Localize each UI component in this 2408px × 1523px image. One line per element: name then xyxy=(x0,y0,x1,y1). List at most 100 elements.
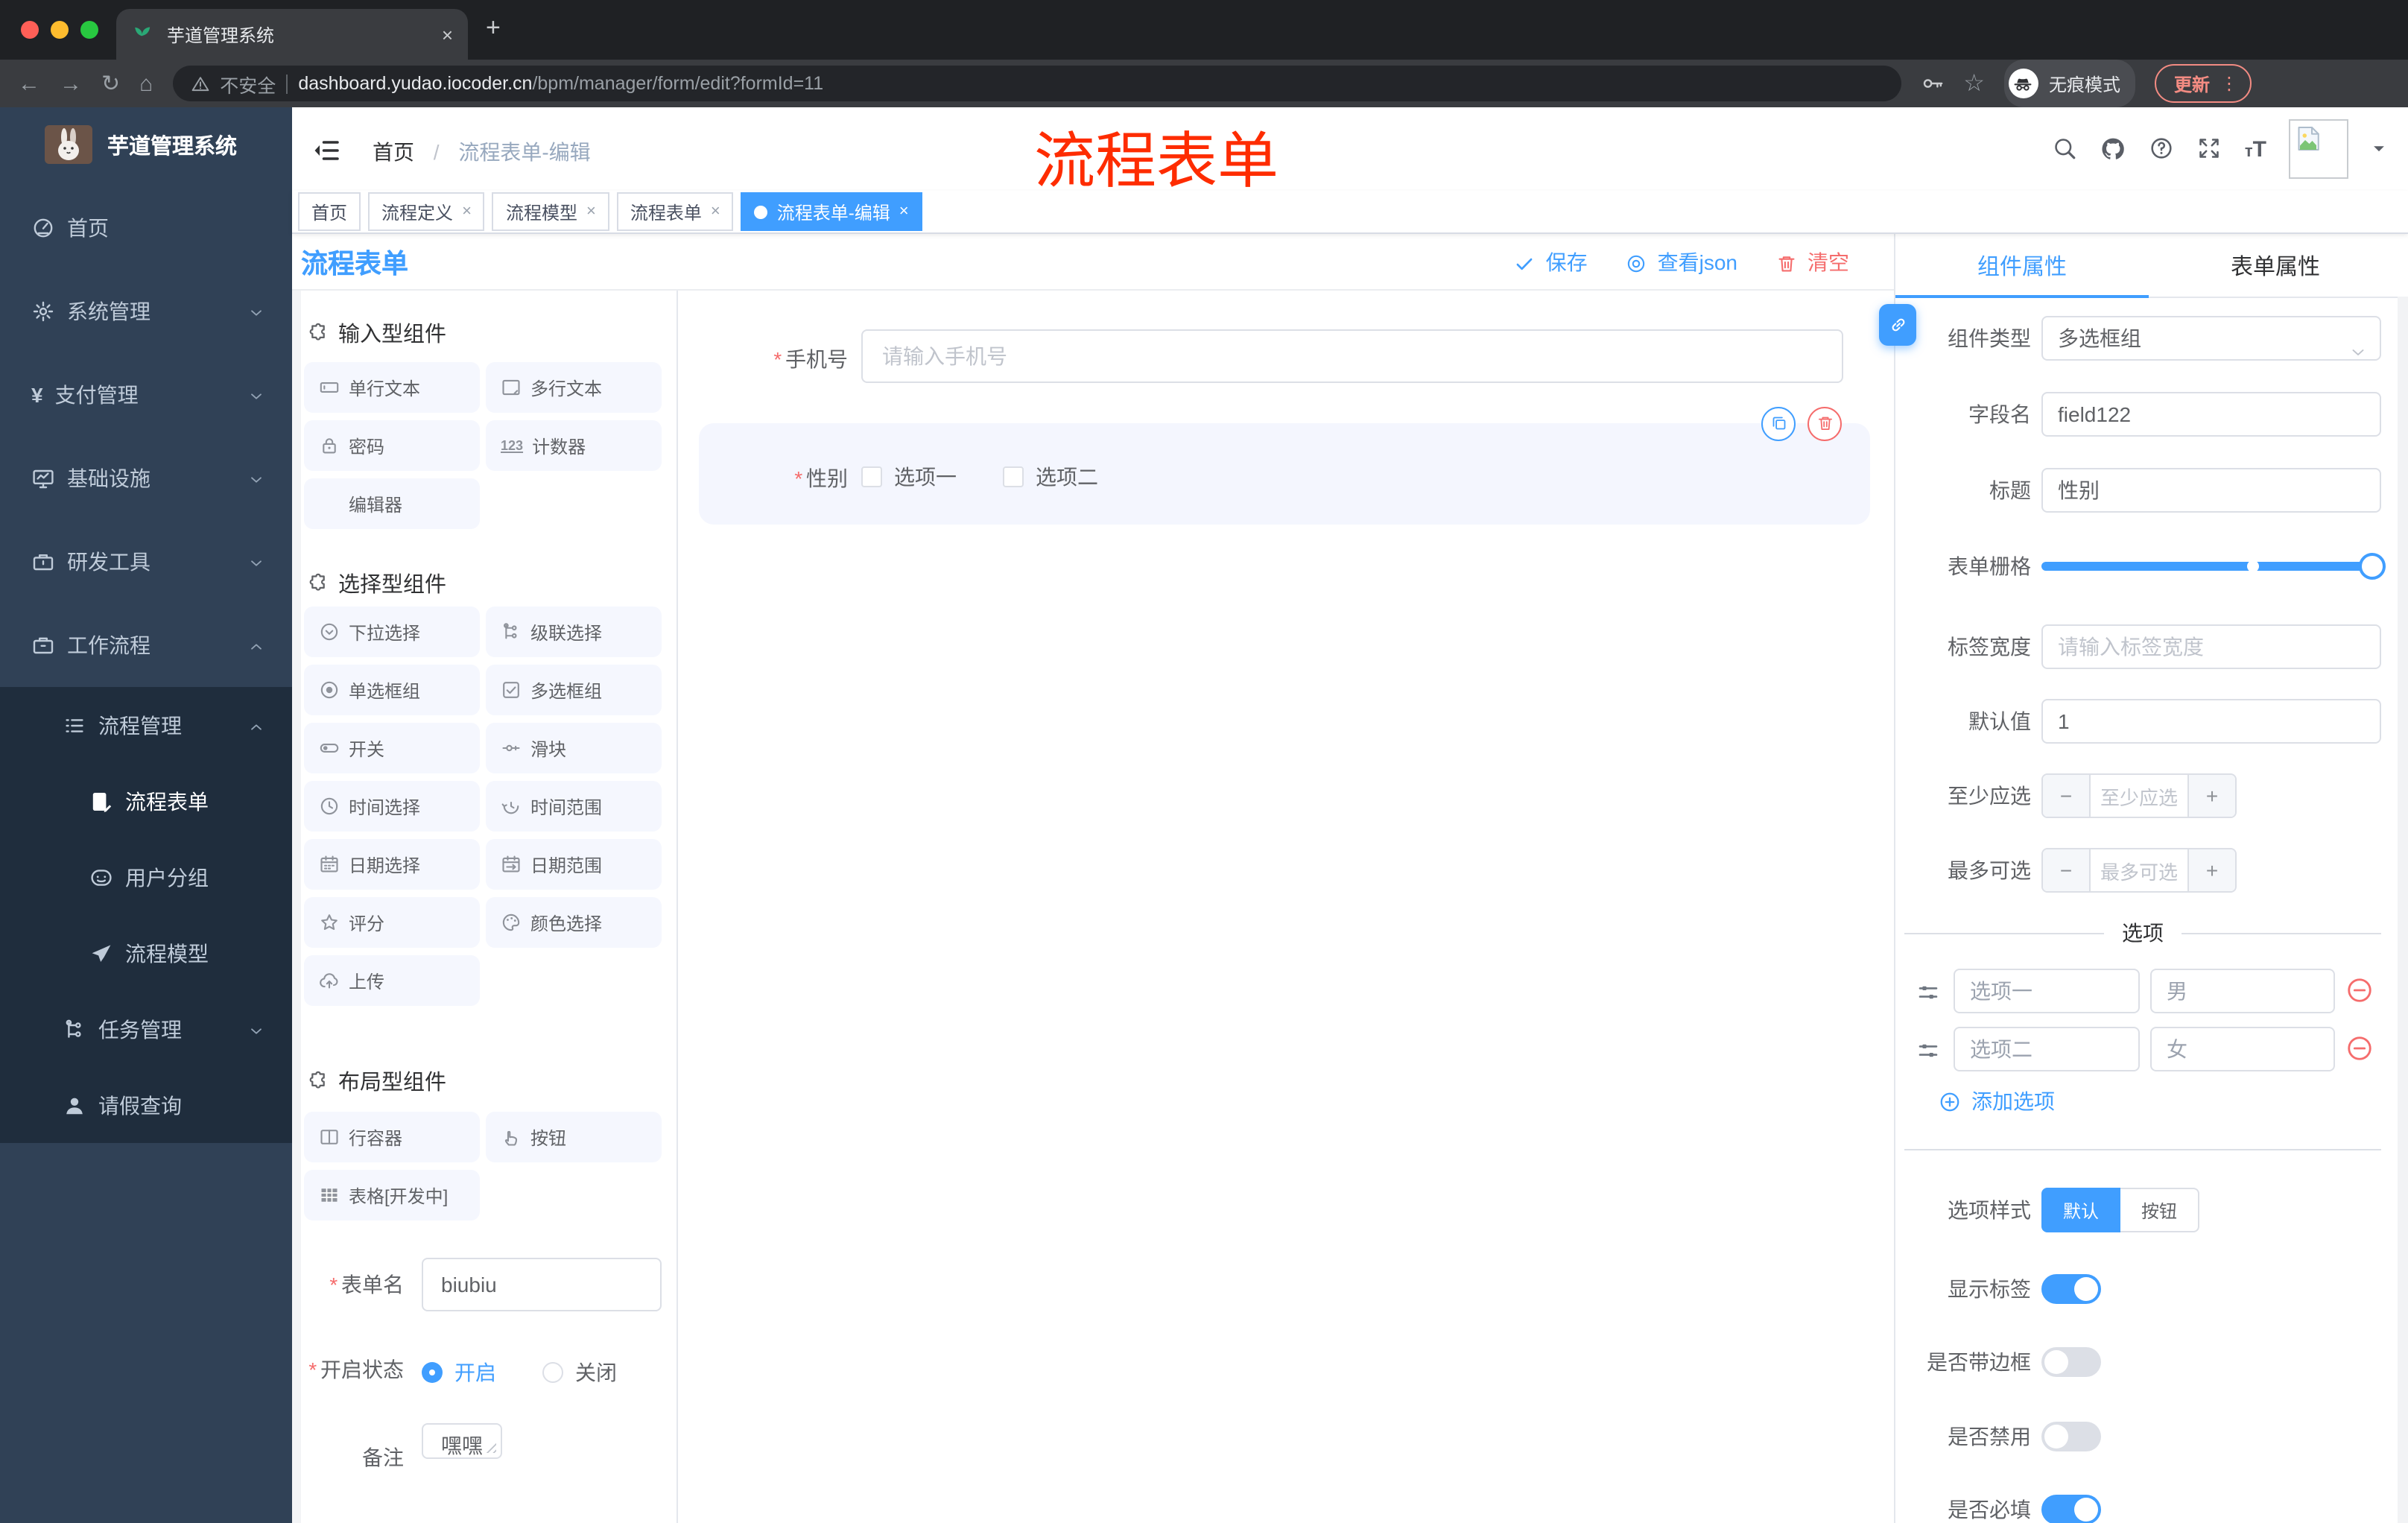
toggle-是否必填[interactable] xyxy=(2041,1495,2101,1523)
option-label-input[interactable]: 选项二 xyxy=(1954,1027,2140,1071)
help-icon[interactable] xyxy=(2149,136,2175,162)
tab-close-icon[interactable]: × xyxy=(442,23,453,45)
tag-close-icon[interactable]: × xyxy=(899,203,909,221)
slider-handle[interactable] xyxy=(2359,553,2386,580)
save-button[interactable]: 保存 xyxy=(1515,247,1588,276)
tab-form-props[interactable]: 表单属性 xyxy=(2149,234,2402,297)
delete-component-button[interactable] xyxy=(1807,407,1842,441)
checkbox[interactable] xyxy=(1003,466,1024,487)
palette-item-编辑器[interactable]: 编辑器 xyxy=(304,478,480,529)
drag-handle-icon[interactable] xyxy=(1916,979,1940,1006)
option-value-input[interactable]: 男 xyxy=(2150,969,2335,1013)
palette-item-时间范围[interactable]: 时间范围 xyxy=(486,781,662,832)
selected-component-gender[interactable]: * 性别 选项一 选项二 xyxy=(699,423,1870,525)
style-button-button[interactable]: 按钮 xyxy=(2120,1188,2199,1232)
address-bar[interactable]: 不安全 dashboard.yudao.iocoder.cn/bpm/manag… xyxy=(172,66,1901,101)
sidebar-item-3[interactable]: 基础设施 xyxy=(0,437,292,520)
stepper-minus-button[interactable]: − xyxy=(2043,849,2091,891)
stepper-plus-button[interactable]: + xyxy=(2187,849,2235,891)
palette-item-按钮[interactable]: 按钮 xyxy=(486,1112,662,1162)
view-json-button[interactable]: 查看json xyxy=(1626,247,1737,276)
palette-item-计数器[interactable]: 123 计数器 xyxy=(486,420,662,471)
copy-component-button[interactable] xyxy=(1761,407,1796,441)
bookmark-star-icon[interactable]: ☆ xyxy=(1963,72,1985,95)
sidebar-item-5[interactable]: 工作流程 xyxy=(0,604,292,687)
forward-icon[interactable]: → xyxy=(60,72,82,95)
sidebar-item-2[interactable]: ¥ 支付管理 xyxy=(0,353,292,437)
sidebar-item-8[interactable]: 用户分组 xyxy=(0,839,292,915)
form-name-input[interactable]: biubiu xyxy=(422,1258,662,1311)
palette-item-评分[interactable]: 评分 xyxy=(304,897,480,948)
fullscreen-icon[interactable] xyxy=(2197,136,2222,162)
clear-button[interactable]: 清空 xyxy=(1776,247,1849,276)
password-key-icon[interactable] xyxy=(1920,70,1944,97)
tab-component-props[interactable]: 组件属性 xyxy=(1895,234,2149,298)
browser-tab[interactable]: 芋道管理系统 × xyxy=(116,9,468,60)
github-icon[interactable] xyxy=(2100,136,2127,162)
new-tab-button[interactable]: + xyxy=(486,15,501,40)
font-size-icon[interactable]: тT xyxy=(2245,136,2266,162)
sidebar-item-1[interactable]: 系统管理 xyxy=(0,270,292,353)
status-radio-on[interactable]: 开启 xyxy=(422,1358,496,1387)
palette-item-多行文本[interactable]: 多行文本 xyxy=(486,362,662,413)
sidebar-item-6[interactable]: 流程管理 xyxy=(0,687,292,763)
remove-option-button[interactable] xyxy=(2345,976,2374,1004)
update-button[interactable]: 更新 ⋮ xyxy=(2155,64,2252,103)
palette-item-下拉选择[interactable]: 下拉选择 xyxy=(304,607,480,657)
scrollbar-track[interactable] xyxy=(2398,297,2408,1523)
label-width-input[interactable]: 请输入标签宽度 xyxy=(2041,624,2381,669)
tag-0[interactable]: 首页 xyxy=(298,192,361,231)
avatar-caret-down-icon[interactable] xyxy=(2371,136,2387,162)
stepper-plus-button[interactable]: + xyxy=(2187,775,2235,817)
option-label-input[interactable]: 选项一 xyxy=(1954,969,2140,1013)
minimize-window-button[interactable] xyxy=(51,21,69,39)
remove-option-button[interactable] xyxy=(2345,1034,2374,1063)
gender-option-0[interactable]: 选项一 xyxy=(861,462,957,492)
add-option-button[interactable]: 添加选项 xyxy=(1939,1086,2055,1116)
search-icon[interactable] xyxy=(2053,136,2078,162)
sidebar-item-9[interactable]: 流程模型 xyxy=(0,915,292,991)
max-select-input[interactable]: 最多可选 xyxy=(2091,849,2187,891)
palette-item-行容器[interactable]: 行容器 xyxy=(304,1112,480,1162)
sidebar-item-11[interactable]: 请假查询 xyxy=(0,1067,292,1143)
breadcrumb-home[interactable]: 首页 xyxy=(373,140,414,164)
window-controls[interactable] xyxy=(21,21,98,39)
palette-item-密码[interactable]: 密码 xyxy=(304,420,480,471)
collapse-menu-icon[interactable] xyxy=(311,136,341,165)
sidebar-item-7[interactable]: 流程表单 xyxy=(0,763,292,839)
default-value-input[interactable]: 1 xyxy=(2041,699,2381,744)
style-default-button[interactable]: 默认 xyxy=(2041,1188,2120,1232)
tag-close-icon[interactable]: × xyxy=(462,203,472,221)
sidebar-item-4[interactable]: 研发工具 xyxy=(0,520,292,604)
palette-item-颜色选择[interactable]: 颜色选择 xyxy=(486,897,662,948)
min-select-input[interactable]: 至少应选 xyxy=(2091,775,2187,817)
palette-item-开关[interactable]: 开关 xyxy=(304,723,480,773)
tag-close-icon[interactable]: × xyxy=(711,203,720,221)
palette-item-上传[interactable]: 上传 xyxy=(304,955,480,1006)
palette-item-单选框组[interactable]: 单选框组 xyxy=(304,665,480,715)
title-input[interactable]: 性别 xyxy=(2041,468,2381,513)
home-icon[interactable]: ⌂ xyxy=(139,72,153,95)
tag-1[interactable]: 流程定义 × xyxy=(368,192,485,231)
tag-close-icon[interactable]: × xyxy=(586,203,596,221)
browser-menu-kebab-icon[interactable]: ⋮ xyxy=(2220,73,2238,94)
reload-icon[interactable]: ↻ xyxy=(101,72,120,95)
palette-item-级联选择[interactable]: 级联选择 xyxy=(486,607,662,657)
maximize-window-button[interactable] xyxy=(80,21,98,39)
component-type-select[interactable]: 多选框组 xyxy=(2041,316,2381,361)
palette-item-日期选择[interactable]: 日期选择 xyxy=(304,839,480,890)
tag-4[interactable]: 流程表单-编辑 × xyxy=(741,192,922,231)
close-window-button[interactable] xyxy=(21,21,39,39)
stepper-minus-button[interactable]: − xyxy=(2043,775,2091,817)
field-name-input[interactable]: field122 xyxy=(2041,392,2381,437)
drag-handle-icon[interactable] xyxy=(1916,1037,1940,1064)
link-badge[interactable] xyxy=(1879,304,1916,346)
palette-item-时间选择[interactable]: 时间选择 xyxy=(304,781,480,832)
palette-item-单行文本[interactable]: 单行文本 xyxy=(304,362,480,413)
toggle-是否带边框[interactable] xyxy=(2041,1347,2101,1377)
toggle-显示标签[interactable] xyxy=(2041,1274,2101,1304)
checkbox[interactable] xyxy=(861,466,882,487)
remark-textarea[interactable]: 嘿嘿 xyxy=(422,1423,502,1459)
palette-item-多选框组[interactable]: 多选框组 xyxy=(486,665,662,715)
avatar[interactable] xyxy=(2289,119,2348,179)
